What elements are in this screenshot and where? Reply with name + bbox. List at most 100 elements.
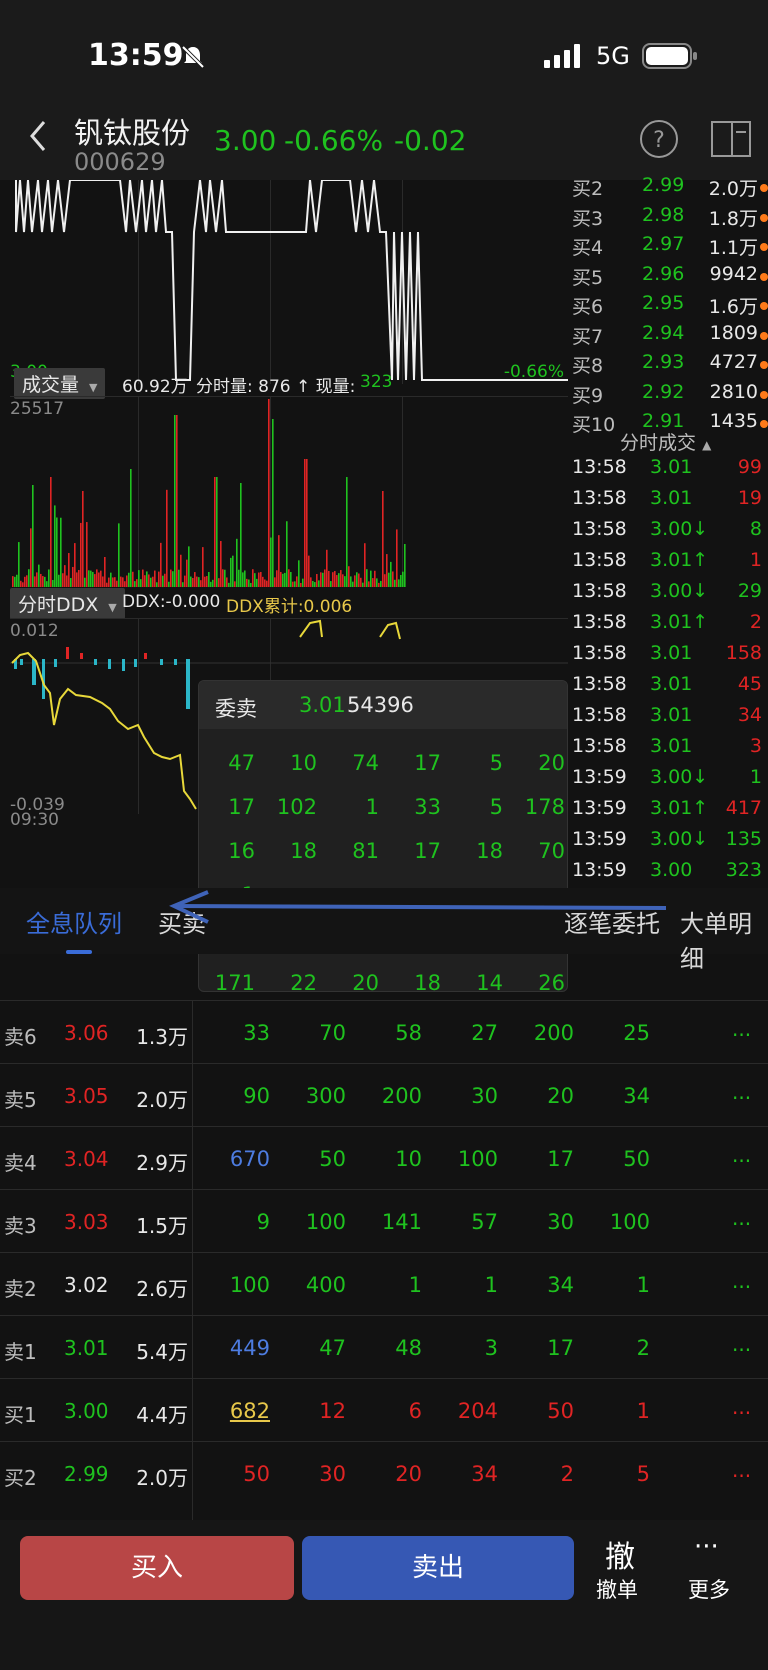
book-volume: 4727 xyxy=(709,351,758,373)
queue-more[interactable]: ... xyxy=(732,1080,751,1104)
queue-cell: 50 xyxy=(623,1147,650,1171)
queue-more[interactable]: ... xyxy=(732,1143,751,1167)
tick-price: 3.01 xyxy=(650,487,693,509)
tick-time: 13:58 xyxy=(572,611,627,633)
volume-bar xyxy=(154,570,156,587)
layout-switch-icon[interactable] xyxy=(710,118,754,160)
cancel-order-icon[interactable]: 撤 xyxy=(600,1532,640,1576)
volume-bar xyxy=(20,580,22,587)
volume-bar xyxy=(158,571,160,587)
volume-bar xyxy=(32,485,34,587)
volume-bar xyxy=(276,570,278,587)
queue-more[interactable]: ... xyxy=(732,1395,751,1419)
volume-bar xyxy=(80,522,82,587)
queue-row[interactable]: 卖3 3.03 1.5万 9 100 141 57 30 100... xyxy=(0,1189,768,1252)
tick-price: 3.01 xyxy=(650,456,693,478)
popup-cell: 10 xyxy=(290,751,317,775)
queue-level: 卖2 xyxy=(4,1277,37,1301)
queue-price: 3.05 xyxy=(64,1084,109,1108)
volume-bar xyxy=(40,573,42,587)
volume-bar xyxy=(328,570,330,587)
queue-level: 卖6 xyxy=(4,1025,37,1049)
order-book-row: 买8 2.93 4727 xyxy=(570,351,768,380)
volume-bar xyxy=(140,579,142,587)
queue-row[interactable]: 卖6 3.06 1.3万 33 70 58 27 200 25... xyxy=(0,1000,768,1063)
tab-full-queue[interactable]: 全息队列 xyxy=(26,904,122,939)
queue-cell: 1 xyxy=(636,1273,650,1297)
volume-bar xyxy=(36,572,38,587)
queue-row[interactable]: 买2 2.99 2.0万 50 30 20 34 2 5... xyxy=(0,1441,768,1504)
tick-row: 13:59 3.00↓ 1 xyxy=(572,766,768,797)
volume-bar xyxy=(54,505,56,587)
popup-header: 委卖 3.01 54396 xyxy=(199,681,567,729)
volume-bar xyxy=(294,581,296,587)
buy-button[interactable]: 买入 xyxy=(20,1536,294,1600)
queue-more[interactable]: ... xyxy=(732,1269,751,1293)
ddx-selector[interactable]: 分时DDX ▼ xyxy=(10,588,125,619)
volume-bar xyxy=(352,581,354,587)
price-line xyxy=(15,180,568,381)
queue-cell: 204 xyxy=(457,1399,498,1423)
volume-bar xyxy=(186,559,188,587)
volume-selector[interactable]: 成交量 ▼ xyxy=(14,368,106,399)
popup-cell: 18 xyxy=(476,839,503,863)
more-label[interactable]: 更多 xyxy=(688,1574,730,1604)
cancel-order-label[interactable]: 撤单 xyxy=(596,1574,638,1604)
queue-more[interactable]: ... xyxy=(732,1332,751,1356)
volume-bar xyxy=(168,581,170,587)
tick-price: 3.00↓ xyxy=(650,828,709,850)
book-level: 买9 xyxy=(572,384,604,407)
book-level: 买4 xyxy=(572,237,604,259)
queue-row[interactable]: 卖4 3.04 2.9万 670 50 10 100 17 50... xyxy=(0,1126,768,1189)
volume-bar xyxy=(152,576,154,587)
volume-bar xyxy=(404,544,406,587)
queue-row[interactable]: 买1 3.00 4.4万 682 12 6 204 50 1... xyxy=(0,1378,768,1441)
tick-price: 3.01 xyxy=(650,735,693,757)
volume-bar xyxy=(358,573,360,587)
volume-bar xyxy=(286,521,288,587)
queue-cell: 400 xyxy=(305,1273,346,1297)
volume-bar xyxy=(114,577,116,587)
queue-cell: 20 xyxy=(547,1084,574,1108)
tick-price: 3.00 xyxy=(650,859,693,881)
queue-more[interactable]: ... xyxy=(732,1206,751,1230)
volume-bar xyxy=(318,580,320,587)
queue-volume: 2.0万 xyxy=(136,1466,188,1490)
volume-bar xyxy=(84,577,86,587)
volume-bar xyxy=(194,572,196,587)
volume-bar xyxy=(372,578,374,587)
more-icon[interactable]: ··· xyxy=(694,1532,719,1562)
queue-cell: 682 xyxy=(229,1399,270,1423)
ticks-title[interactable]: 分时成交 ▲ xyxy=(620,428,711,455)
back-chevron-icon[interactable] xyxy=(24,116,52,156)
volume-bar xyxy=(260,571,262,587)
tick-time: 13:58 xyxy=(572,487,627,509)
tick-time: 13:58 xyxy=(572,642,627,664)
volume-bar xyxy=(326,549,328,587)
volume-bar xyxy=(350,576,352,587)
popup-cell: 33 xyxy=(414,795,441,819)
tick-volume: 99 xyxy=(737,456,762,478)
queue-row[interactable]: 卖5 3.05 2.0万 90 300 200 30 20 34... xyxy=(0,1063,768,1126)
sell-button[interactable]: 卖出 xyxy=(302,1536,574,1600)
queue-row[interactable]: 卖2 3.02 2.6万 100 400 1 1 34 1... xyxy=(0,1252,768,1315)
stock-change: -0.02 xyxy=(394,124,467,157)
queue-cell: 6 xyxy=(408,1399,422,1423)
volume-bar xyxy=(392,571,394,587)
volume-bar xyxy=(196,576,198,587)
queue-cell: 33 xyxy=(243,1021,270,1045)
tab-large-orders[interactable]: 大单明细 xyxy=(680,904,768,974)
queue-divider xyxy=(192,1000,193,1520)
queue-row[interactable]: 卖1 3.01 5.4万 449 47 48 3 17 2... xyxy=(0,1315,768,1378)
queue-more[interactable]: ... xyxy=(732,1017,751,1041)
queue-level: 卖5 xyxy=(4,1088,37,1112)
queue-more[interactable]: ... xyxy=(732,1458,751,1482)
help-icon[interactable]: ? xyxy=(638,118,680,160)
popup-cell: 1 xyxy=(365,795,379,819)
volume-bar xyxy=(246,578,248,587)
book-price: 2.93 xyxy=(642,351,685,373)
volume-bar xyxy=(386,554,388,587)
volume-bar xyxy=(368,581,370,587)
tick-volume: 1 xyxy=(749,766,762,788)
queue-table: 卖6 3.06 1.3万 33 70 58 27 200 25... 卖5 3.05 2.0万 90 30… xyxy=(0,1000,768,1520)
